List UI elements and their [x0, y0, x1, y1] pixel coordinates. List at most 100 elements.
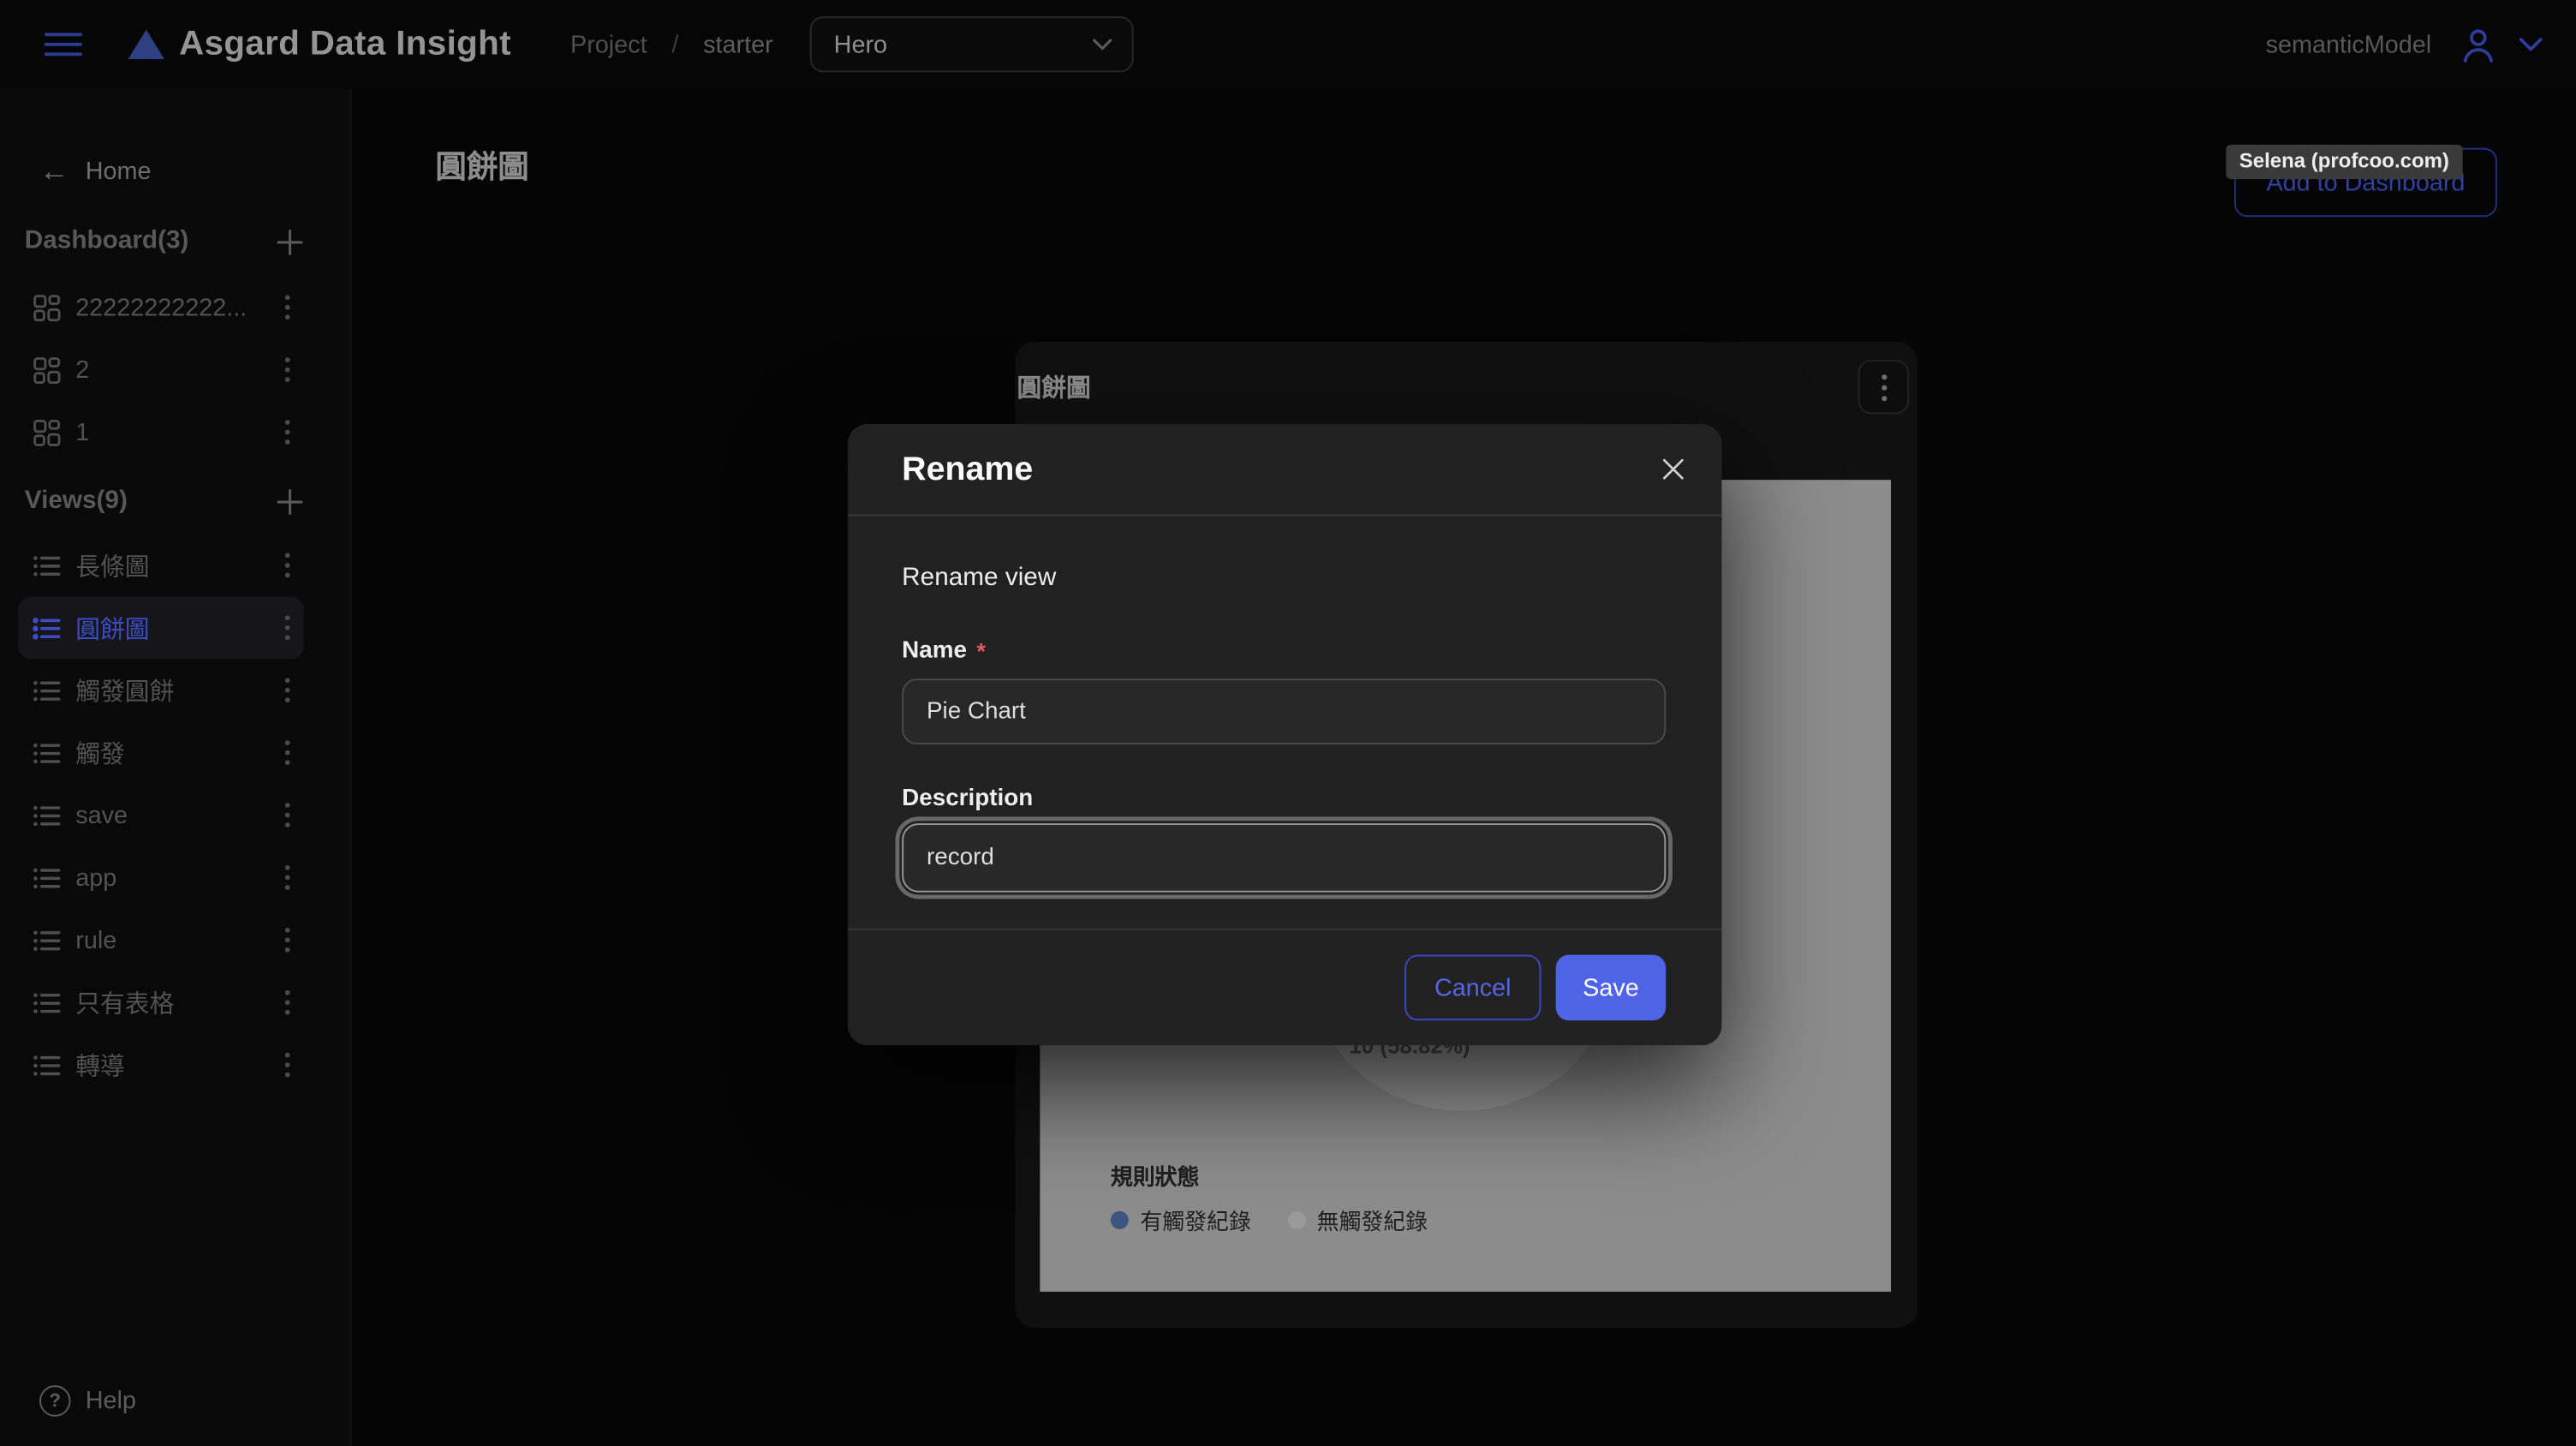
close-icon[interactable]	[1655, 451, 1692, 488]
user-icon[interactable]	[2460, 26, 2497, 63]
item-kebab-menu-icon[interactable]	[281, 861, 294, 893]
sidebar-item-label: 觸發	[75, 735, 259, 769]
item-kebab-menu-icon[interactable]	[281, 736, 294, 768]
add-dashboard-icon[interactable]	[276, 228, 304, 256]
sidebar-item-label: rule	[75, 926, 259, 954]
list-view-icon	[33, 926, 61, 954]
list-view-icon	[33, 552, 61, 580]
sidebar-item-view[interactable]: app	[18, 846, 304, 909]
help-button[interactable]: ? Help	[39, 1385, 136, 1416]
add-view-icon[interactable]	[276, 487, 304, 516]
name-input[interactable]: Pie Chart	[902, 678, 1666, 744]
modal-header: Rename	[848, 424, 1722, 516]
user-tooltip: Selena (profcoo.com)	[2226, 145, 2462, 179]
sidebar-item-view[interactable]: 長條圖	[18, 534, 304, 596]
model-select-value: Hero	[834, 30, 1092, 58]
legend-item-label: 有觸發紀錄	[1140, 1203, 1250, 1235]
save-button[interactable]: Save	[1556, 955, 1667, 1021]
sidebar-item-dashboard[interactable]: 1	[18, 401, 304, 463]
sidebar-item-view[interactable]: 只有表格	[18, 971, 304, 1034]
account-chevron-down-icon[interactable]	[2519, 36, 2543, 52]
list-view-icon	[33, 676, 61, 704]
dashboard-section-label: Dashboard(3)	[25, 227, 189, 257]
legend-row: 有觸發紀錄 無觸發紀錄	[1111, 1203, 1428, 1235]
sidebar-item-label: app	[75, 863, 259, 892]
sidebar-item-label: save	[75, 801, 259, 829]
legend-title: 規則狀態	[1111, 1158, 1200, 1191]
legend-item-label: 無觸發紀錄	[1317, 1203, 1428, 1235]
dashboard-grid-icon	[33, 418, 61, 446]
arrow-left-icon: ←	[39, 156, 69, 186]
sidebar-item-label: 圓餅圖	[75, 611, 259, 645]
dashboard-grid-icon	[33, 356, 61, 384]
sidebar-item-label: 觸發圓餅	[75, 673, 259, 708]
app-logo-triangle-icon	[128, 30, 164, 60]
sidebar-item-dashboard[interactable]: 2	[18, 338, 304, 401]
breadcrumb-current[interactable]: starter	[703, 30, 773, 58]
item-kebab-menu-icon[interactable]	[281, 291, 294, 324]
topbar-right-group: semanticModel	[2266, 26, 2543, 63]
sidebar-item-view[interactable]: 轉導	[18, 1034, 304, 1096]
model-select-dropdown[interactable]: Hero	[809, 16, 1133, 72]
item-kebab-menu-icon[interactable]	[281, 415, 294, 448]
legend-dot-icon	[1287, 1210, 1305, 1228]
sidebar-item-view[interactable]: 圓餅圖	[18, 596, 304, 659]
required-asterisk: *	[976, 637, 985, 664]
modal-title: Rename	[902, 450, 1655, 489]
views-list: 長條圖 圓餅圖	[0, 534, 350, 1096]
item-kebab-menu-icon[interactable]	[281, 1049, 294, 1081]
app-root: Asgard Data Insight Project / starter He…	[0, 0, 2576, 1446]
legend-dot-icon	[1111, 1210, 1129, 1228]
sidebar-item-label: 轉導	[75, 1048, 259, 1082]
list-view-icon	[33, 801, 61, 829]
sidebar-item-view[interactable]: save	[18, 784, 304, 846]
cancel-button[interactable]: Cancel	[1404, 955, 1541, 1021]
item-kebab-menu-icon[interactable]	[281, 674, 294, 707]
list-view-icon	[33, 863, 61, 892]
list-view-icon	[33, 614, 61, 642]
chevron-down-icon	[1092, 38, 1112, 51]
item-kebab-menu-icon[interactable]	[281, 986, 294, 1019]
legend-item[interactable]: 有觸發紀錄	[1111, 1203, 1251, 1235]
sidebar-home-button[interactable]: ← Home	[39, 156, 350, 186]
breadcrumb-separator: /	[671, 30, 678, 58]
breadcrumb-project[interactable]: Project	[570, 30, 647, 58]
sidebar-home-label: Home	[86, 157, 152, 185]
item-kebab-menu-icon[interactable]	[281, 923, 294, 956]
sidebar-item-dashboard[interactable]: 22222222222...	[18, 276, 304, 338]
sidebar-item-label: 22222222222...	[75, 293, 259, 321]
dashboard-list: 22222222222... 2	[0, 276, 350, 463]
card-kebab-menu-button[interactable]	[1858, 360, 1909, 414]
hamburger-menu-icon[interactable]	[45, 33, 82, 57]
name-field-label: Name *	[902, 637, 1666, 664]
list-view-icon	[33, 738, 61, 767]
help-label: Help	[86, 1387, 136, 1415]
modal-footer: Cancel Save	[848, 929, 1722, 1045]
item-kebab-menu-icon[interactable]	[281, 353, 294, 385]
views-section-label: Views(9)	[25, 487, 128, 517]
sidebar-item-label: 長條圖	[75, 548, 259, 583]
modal-body: Rename view Name * Pie Chart Description…	[848, 564, 1722, 893]
modal-subtitle: Rename view	[902, 564, 1666, 594]
item-kebab-menu-icon[interactable]	[281, 549, 294, 582]
item-kebab-menu-icon[interactable]	[281, 798, 294, 831]
page-title: 圓餅圖	[435, 143, 528, 188]
sidebar-item-label: 1	[75, 418, 259, 446]
app-title: Asgard Data Insight	[179, 25, 511, 64]
sidebar-item-view[interactable]: rule	[18, 909, 304, 971]
item-kebab-menu-icon[interactable]	[281, 612, 294, 644]
description-field-label: Description	[902, 786, 1666, 812]
breadcrumb: Project / starter	[570, 30, 773, 58]
help-icon: ?	[39, 1385, 70, 1416]
name-label-text: Name	[902, 637, 967, 664]
sidebar: ← Home Dashboard(3)	[0, 89, 352, 1446]
kebab-menu-icon	[1881, 373, 1887, 403]
description-input[interactable]: record	[902, 823, 1666, 893]
semantic-model-label: semanticModel	[2266, 30, 2432, 58]
sidebar-item-view[interactable]: 觸發	[18, 721, 304, 784]
legend-item[interactable]: 無觸發紀錄	[1287, 1203, 1428, 1235]
sidebar-views-section-header: Views(9)	[25, 483, 304, 519]
dashboard-grid-icon	[33, 293, 61, 321]
sidebar-dashboard-section-header: Dashboard(3)	[25, 224, 304, 260]
sidebar-item-view[interactable]: 觸發圓餅	[18, 659, 304, 721]
